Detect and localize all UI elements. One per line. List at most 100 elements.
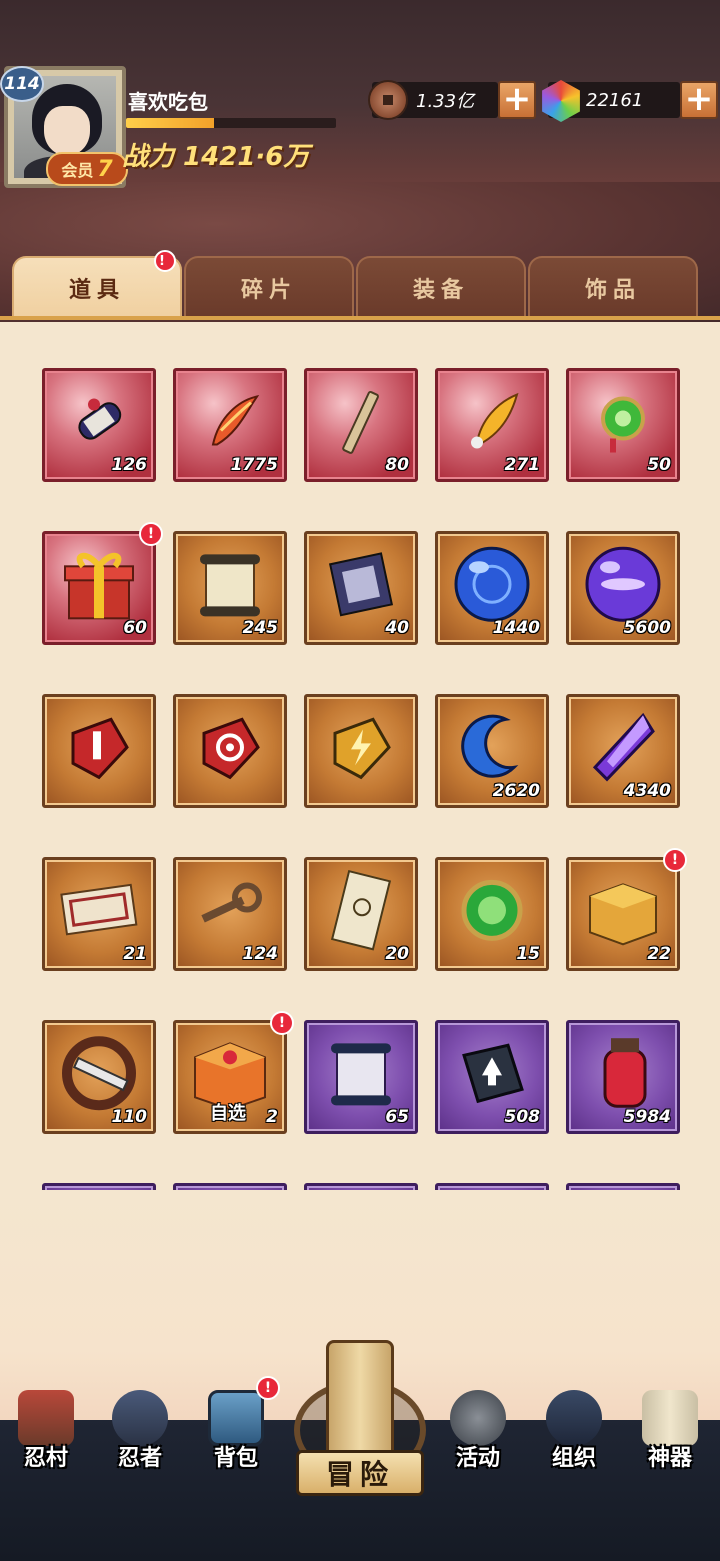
tab-fragments[interactable]: 碎片 — [184, 256, 354, 318]
purple-crystal-icon — [583, 707, 663, 791]
item-slot[interactable] — [435, 1183, 549, 1190]
upgrade-book-icon — [452, 1033, 532, 1117]
item-slot[interactable]: 80 — [304, 368, 418, 482]
nav-artifact[interactable]: 神器 — [624, 1390, 716, 1500]
item-slot[interactable]: 126 — [42, 368, 156, 482]
item-slot[interactable]: 110 — [42, 1020, 156, 1134]
item-count: 80 — [385, 455, 409, 475]
nav-organization[interactable]: 组织 — [528, 1390, 620, 1500]
item-alert-icon: ! — [663, 848, 687, 872]
backpack-icon — [208, 1390, 264, 1446]
gold-stone-lightning-icon — [321, 707, 401, 791]
tab-items-alert-icon: ! — [154, 250, 176, 272]
item-slot[interactable]: 2620 — [435, 694, 549, 808]
item-count: 110 — [111, 1107, 148, 1127]
scroll-purple-icon — [321, 1033, 401, 1117]
avatar-face — [44, 106, 90, 156]
item-grid: 126 1775 80 271 50 60! 245 40 1440 5600 2620 4340 21… — [0, 320, 720, 1190]
item-slot[interactable]: 22! — [566, 848, 687, 971]
scroll-bundle-icon — [64, 387, 134, 461]
item-slot[interactable] — [304, 694, 418, 808]
crossed-kunai-icon — [450, 1390, 506, 1446]
item-count: 21 — [123, 944, 147, 964]
nav-village-label: 忍村 — [23, 1446, 68, 1471]
item-slot[interactable] — [304, 1183, 418, 1190]
item-slot[interactable]: 60! — [42, 522, 163, 645]
item-count: 40 — [385, 618, 409, 638]
item-slot[interactable]: 4340 — [566, 694, 680, 808]
gold-box-icon — [580, 870, 666, 954]
item-count: 508 — [504, 1107, 541, 1127]
item-count: 1775 — [230, 455, 278, 475]
item-count: 65 — [385, 1107, 409, 1127]
item-slot[interactable]: 15 — [435, 857, 549, 971]
item-slot[interactable] — [566, 1183, 680, 1190]
item-slot[interactable]: 65 — [304, 1020, 418, 1134]
item-slot[interactable]: 1775 — [173, 368, 287, 482]
nav-organization-label: 组织 — [551, 1446, 596, 1471]
village-gate-icon — [18, 1390, 74, 1446]
item-slot[interactable]: 21 — [42, 857, 156, 971]
item-slot[interactable] — [173, 1183, 287, 1190]
item-slot[interactable]: 1440 — [435, 531, 549, 645]
bag-tabs: 道具 ! 碎片 装备 饰品 — [0, 250, 720, 320]
exchange-tag-icon — [321, 544, 401, 628]
adventure-button[interactable]: 冒险 — [290, 1340, 430, 1500]
item-slot[interactable]: 245 — [173, 531, 287, 645]
item-count: 22 — [647, 944, 671, 964]
item-count: 1440 — [492, 618, 540, 638]
tab-accessories[interactable]: 饰品 — [528, 256, 698, 318]
item-slot[interactable] — [42, 1183, 156, 1190]
gift-box-icon — [59, 544, 139, 628]
item-slot[interactable]: 20 — [304, 857, 418, 971]
item-slot[interactable]: 271 — [435, 368, 549, 482]
add-gems-button[interactable]: + — [680, 81, 718, 119]
vip-label: 会员 — [61, 161, 94, 180]
nav-artifact-label: 神器 — [647, 1446, 692, 1471]
item-alert-icon: ! — [270, 1011, 294, 1035]
combat-power: 战力 1421·6万 — [122, 142, 310, 172]
adventure-scroll-icon — [326, 1340, 394, 1460]
vip-badge[interactable]: 会员 7 — [46, 152, 128, 186]
item-slot[interactable] — [42, 694, 156, 808]
artifact-scroll-icon — [642, 1390, 698, 1446]
tab-accessories-label: 饰品 — [584, 278, 641, 303]
item-slot[interactable] — [173, 694, 287, 808]
tab-items[interactable]: 道具 ! — [12, 250, 182, 318]
key-icon — [187, 876, 273, 950]
item-count: 126 — [111, 455, 148, 475]
item-count: 4340 — [623, 781, 671, 801]
item-slot[interactable]: 508 — [435, 1020, 549, 1134]
green-jade-icon — [588, 387, 658, 461]
item-slot[interactable]: 5600 — [566, 531, 680, 645]
lucky-ticket-icon — [56, 876, 142, 950]
item-count: 271 — [504, 455, 541, 475]
tab-equipment[interactable]: 装备 — [356, 256, 526, 318]
organization-icon — [546, 1390, 602, 1446]
item-slot[interactable]: 自选 2! — [173, 1011, 294, 1134]
item-count: 245 — [242, 618, 279, 638]
nav-ninja[interactable]: 忍者 — [94, 1390, 186, 1500]
item-count: 50 — [647, 455, 671, 475]
item-slot[interactable]: 40 — [304, 531, 418, 645]
blue-moon-icon — [452, 707, 532, 791]
item-count: 15 — [516, 944, 540, 964]
item-count: 2 — [266, 1107, 278, 1127]
nav-activity[interactable]: 活动 — [432, 1390, 524, 1500]
feather-icon — [195, 387, 265, 461]
nav-ninja-label: 忍者 — [117, 1446, 162, 1471]
red-stone-target-icon — [190, 707, 270, 791]
player-name: 喜欢吃包 — [128, 90, 208, 114]
item-slot[interactable]: 50 — [566, 368, 680, 482]
item-slot[interactable]: 124 — [173, 857, 287, 971]
nav-backpack[interactable]: 背包 ! — [190, 1376, 282, 1500]
nav-village[interactable]: 忍村 — [0, 1390, 92, 1500]
item-label: 自选 — [210, 1103, 246, 1124]
paper-strip-icon — [326, 387, 396, 461]
add-coins-button[interactable]: + — [498, 81, 536, 119]
player-level-badge: 114 — [0, 66, 44, 102]
item-slot[interactable]: 5984 — [566, 1020, 680, 1134]
exp-bar-fill — [126, 118, 215, 128]
exp-bar — [126, 118, 336, 128]
nav-backpack-label: 背包 — [213, 1446, 258, 1471]
